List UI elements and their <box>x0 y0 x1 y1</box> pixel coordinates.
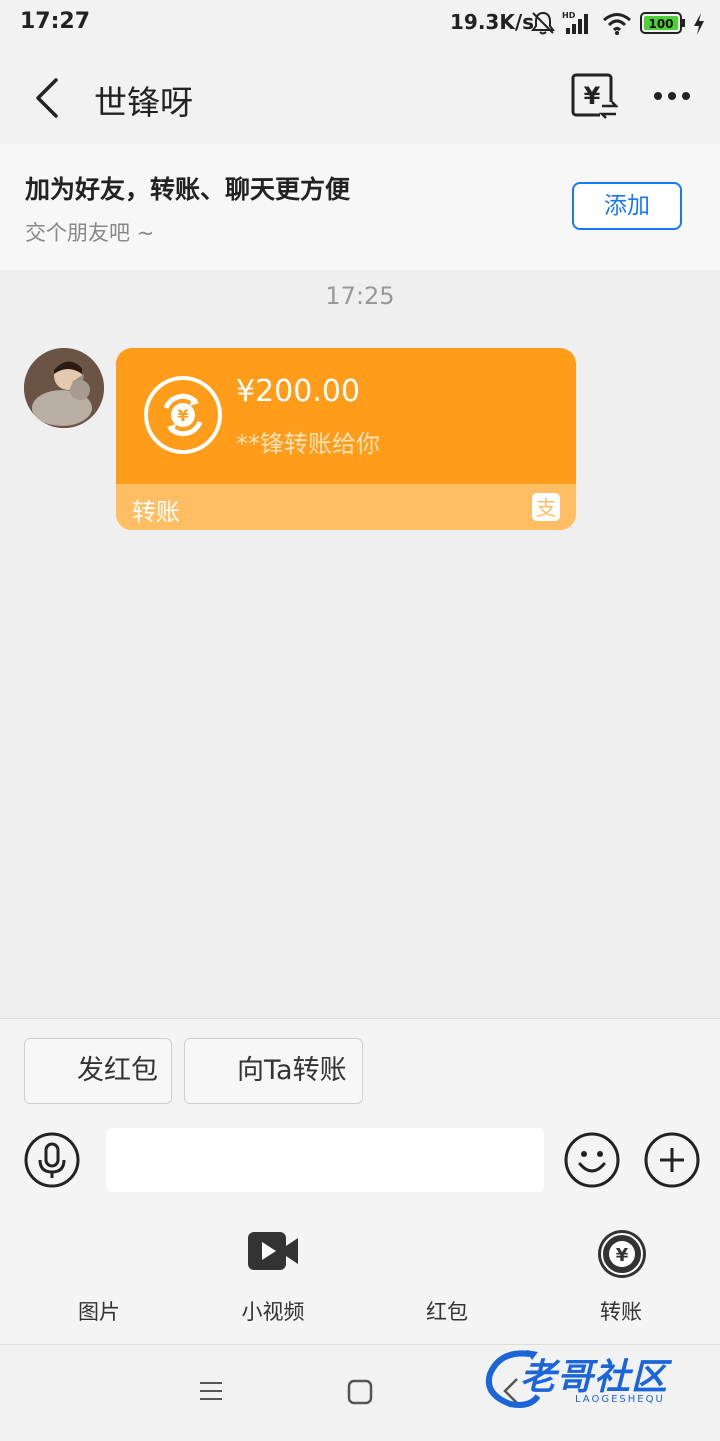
transfer-note: **锋转账给你 <box>236 430 380 458</box>
video-icon <box>248 1232 298 1270</box>
svg-text:HD: HD <box>562 11 576 20</box>
transfer-label: 转账 <box>132 498 180 526</box>
tool-label: 图片 <box>78 1300 120 1324</box>
transfer-card-footer <box>116 484 576 530</box>
more-dots-icon[interactable] <box>650 80 694 112</box>
tool-red-packet[interactable]: 红包 <box>387 1228 507 1328</box>
svg-text:支: 支 <box>536 496 556 520</box>
wifi-icon <box>603 13 631 35</box>
bell-muted-icon <box>531 11 555 35</box>
banner-subtitle: 交个朋友吧 ~ <box>25 221 155 245</box>
plus-icon[interactable] <box>644 1132 700 1188</box>
transfer-circle-icon: ¥ <box>144 376 222 454</box>
charging-icon <box>694 13 704 35</box>
add-friend-button[interactable]: 添加 <box>572 182 682 230</box>
svg-text:¥: ¥ <box>584 82 601 110</box>
watermark-text: 老哥社区 <box>520 1357 669 1398</box>
transfer-to-them-button[interactable]: 向Ta转账 <box>184 1038 363 1104</box>
avatar[interactable] <box>24 348 104 428</box>
hd-signal-icon: HD <box>562 11 588 34</box>
banner-title: 加为好友，转账、聊天更方便 <box>25 175 351 204</box>
tool-label: 小视频 <box>241 1300 305 1324</box>
tool-label: 红包 <box>426 1300 468 1324</box>
menu-icon[interactable] <box>198 1378 224 1404</box>
transfer-record-icon[interactable]: ¥ <box>570 72 618 120</box>
alipay-icon: 支 <box>532 493 560 521</box>
microphone-icon[interactable] <box>24 1132 80 1188</box>
svg-text:¥: ¥ <box>177 406 188 425</box>
battery-icon: 100 <box>640 12 685 34</box>
chat-title: 世锋呀 <box>94 83 193 122</box>
send-red-packet-button[interactable]: 发红包 <box>24 1038 172 1104</box>
tool-label: 转账 <box>600 1300 642 1324</box>
tool-transfer[interactable]: ¥ 转账 <box>561 1228 681 1328</box>
battery-level: 100 <box>648 17 673 31</box>
watermark-subtext: LAOGESHEQU <box>575 1394 665 1405</box>
tool-image[interactable]: 图片 <box>39 1228 159 1328</box>
svg-text:¥: ¥ <box>616 1245 629 1266</box>
transfer-message-card[interactable]: ¥ ¥200.00 **锋转账给你 转账 支 <box>116 348 576 530</box>
tool-video[interactable]: 小视频 <box>213 1228 333 1328</box>
network-speed: 19.3K/s <box>450 10 535 34</box>
message-input[interactable] <box>106 1128 544 1192</box>
home-square-icon[interactable] <box>346 1378 374 1406</box>
back-arrow-icon[interactable] <box>26 74 70 122</box>
status-time: 17:27 <box>20 9 91 34</box>
watermark-logo: 老哥社区 LAOGESHEQU <box>480 1346 710 1410</box>
transfer-amount: ¥200.00 <box>236 374 361 409</box>
avatar-photo <box>24 348 104 428</box>
message-timestamp: 17:25 <box>325 282 395 310</box>
transfer-icon: ¥ <box>598 1230 646 1278</box>
emoji-icon[interactable] <box>564 1132 620 1188</box>
